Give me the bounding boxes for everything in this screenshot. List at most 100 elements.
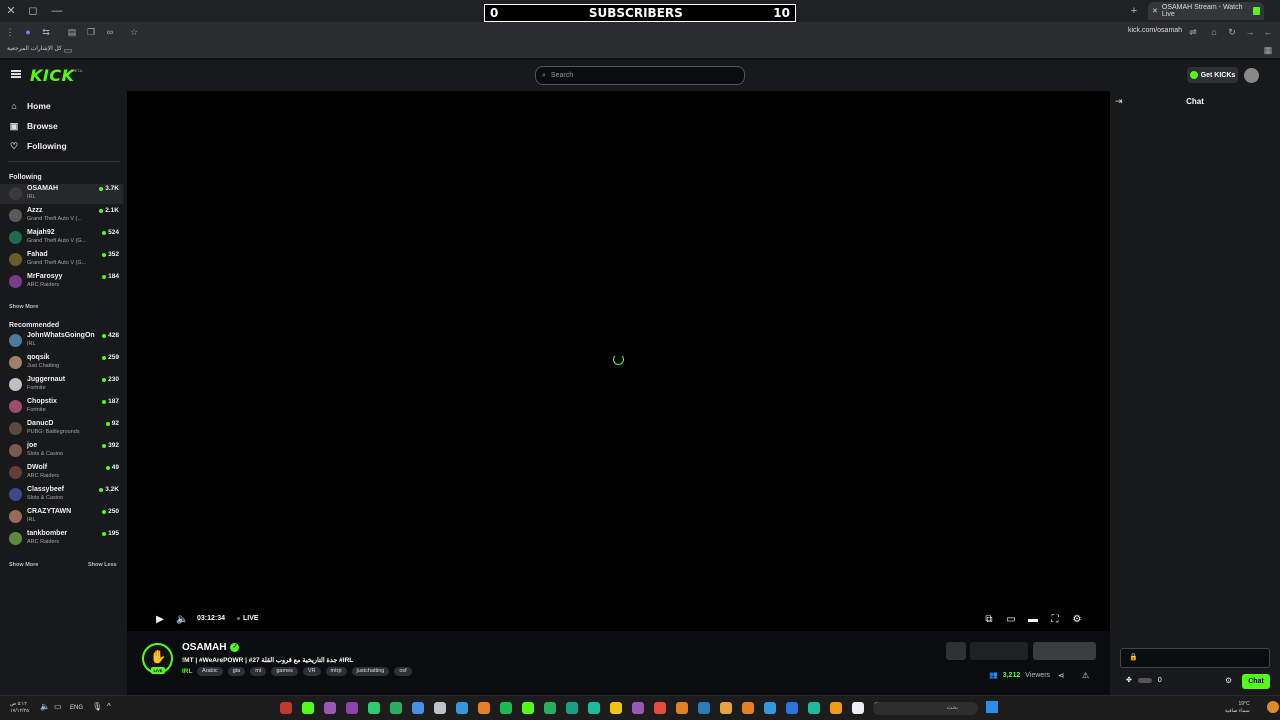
recommended-channel-row[interactable]: Juggernaut Fortnite 230: [0, 375, 123, 395]
get-kicks-button[interactable]: Get KICKs: [1187, 67, 1238, 83]
chat-send-button[interactable]: Chat: [1242, 674, 1270, 689]
browser-tab[interactable]: ✕ OSAMAH Stream - Watch Live: [1148, 2, 1264, 20]
taskbar-app-icon[interactable]: [720, 702, 732, 714]
taskbar-app-icon[interactable]: [632, 702, 644, 714]
taskbar-app-icon[interactable]: [610, 702, 622, 714]
user-avatar[interactable]: [1244, 68, 1259, 83]
live-indicator[interactable]: LIVE: [237, 615, 259, 622]
recommended-channel-row[interactable]: CRAZYTAWN IRL 250: [0, 507, 123, 527]
kicks-toggle[interactable]: [1137, 677, 1152, 683]
recommended-show-less[interactable]: Show Less: [88, 562, 117, 568]
kicks-balance[interactable]: ✤ 0: [1126, 676, 1162, 685]
kick-logo[interactable]: KICK: [30, 66, 75, 85]
tab-close-icon[interactable]: ✕: [1152, 7, 1158, 15]
windows-start-icon[interactable]: [986, 701, 998, 713]
taskbar-app-icon[interactable]: [302, 702, 314, 714]
stream-tag[interactable]: mt: [250, 667, 267, 676]
taskbar-app-icon[interactable]: [324, 702, 336, 714]
nav-following[interactable]: ♡ Following: [9, 139, 67, 153]
taskbar-app-icon[interactable]: [742, 702, 754, 714]
stream-tag[interactable]: games: [271, 667, 298, 676]
fullscreen-icon[interactable]: ⛶: [1049, 614, 1061, 626]
taskbar-app-icon[interactable]: [522, 702, 534, 714]
streamer-name[interactable]: OSAMAH ✓: [182, 642, 240, 653]
recommended-channel-row[interactable]: qoqsik Just Chatting 259: [0, 353, 123, 373]
play-icon[interactable]: ▶: [154, 614, 166, 626]
taskbar-clock[interactable]: ٥:١٢ ص ١٧/١٢/٢٥: [10, 701, 29, 715]
nav-browse[interactable]: ▣ Browse: [9, 119, 58, 133]
reload-icon[interactable]: ↻: [1226, 26, 1238, 38]
taskbar-app-icon[interactable]: [764, 702, 776, 714]
stream-tag[interactable]: justchatting: [351, 667, 390, 676]
taskbar-app-icon[interactable]: [412, 702, 424, 714]
recommended-channel-row[interactable]: DWolf ARC Raiders 49: [0, 463, 123, 483]
chat-input[interactable]: 🔒: [1120, 648, 1270, 668]
tune-icon[interactable]: ⇌: [1187, 26, 1199, 38]
speaker-icon[interactable]: 🔈: [40, 702, 50, 711]
stream-tag[interactable]: gta: [227, 667, 246, 676]
taskbar-app-icon[interactable]: [500, 702, 512, 714]
language-indicator[interactable]: ENG: [70, 705, 83, 711]
taskbar-app-icon[interactable]: [830, 702, 842, 714]
following-channel-row[interactable]: Majah92 Grand Theft Auto V (G... 524: [0, 228, 123, 248]
copy-icon[interactable]: ❐: [85, 26, 97, 38]
report-icon[interactable]: ⚠: [1082, 671, 1089, 680]
taskbar-app-icon[interactable]: [280, 702, 292, 714]
chat-settings-icon[interactable]: ⚙: [1225, 676, 1232, 685]
following-show-more[interactable]: Show More: [9, 304, 38, 310]
taskbar-app-icon[interactable]: [676, 702, 688, 714]
forward-icon[interactable]: →: [1244, 26, 1256, 38]
hamburger-menu-icon[interactable]: [11, 70, 21, 78]
taskbar-app-icon[interactable]: [456, 702, 468, 714]
stream-category[interactable]: IRL: [182, 668, 192, 675]
recommended-channel-row[interactable]: Chopstix Fortnite 187: [0, 397, 123, 417]
menu-dots-icon[interactable]: ⋮: [4, 26, 16, 38]
stream-tag[interactable]: osf: [394, 667, 412, 676]
following-channel-row[interactable]: OSAMAH IRL 3.7K: [0, 184, 123, 204]
search-input[interactable]: ⌕ Search: [535, 66, 745, 85]
url-field[interactable]: kick.com/osamah: [1128, 27, 1182, 34]
weather-widget[interactable]: 19°C سماء صافية: [1225, 701, 1250, 715]
network-icon[interactable]: ▭: [54, 702, 62, 711]
taskbar-app-icon[interactable]: [390, 702, 402, 714]
taskbar-app-icon[interactable]: [368, 702, 380, 714]
close-icon[interactable]: ✕: [4, 4, 18, 18]
recommended-channel-row[interactable]: tankbomber ARC Raiders 195: [0, 529, 123, 549]
new-tab-icon[interactable]: +: [1127, 4, 1141, 18]
stream-tag[interactable]: Arabic: [197, 667, 223, 676]
recommended-channel-row[interactable]: Classybeef Slots & Casino 3.2K: [0, 485, 123, 505]
following-channel-row[interactable]: Fahad Grand Theft Auto V (G... 352: [0, 250, 123, 270]
recommended-show-more[interactable]: Show More: [9, 562, 38, 568]
microphone-icon[interactable]: 🎙: [92, 702, 102, 711]
taskbar-app-icon[interactable]: [808, 702, 820, 714]
recommended-channel-row[interactable]: DanucD PUBG: Battlegrounds 92: [0, 419, 123, 439]
maximize-icon[interactable]: ◻: [26, 4, 40, 18]
tray-expand-icon[interactable]: ^: [107, 702, 111, 711]
share-icon[interactable]: ⋖: [1058, 671, 1065, 680]
recommended-channel-row[interactable]: joe Slots & Casino 392: [0, 441, 123, 461]
taskbar-app-icon[interactable]: [698, 702, 710, 714]
apps-grid-icon[interactable]: ▦: [1262, 44, 1274, 56]
star-icon[interactable]: ☆: [128, 26, 140, 38]
taskbar-app-icon[interactable]: [478, 702, 490, 714]
sidebar-icon[interactable]: ▤: [66, 26, 78, 38]
stream-tag[interactable]: mtrp: [325, 667, 347, 676]
placeholder-button[interactable]: [946, 642, 966, 660]
theater-mode-icon[interactable]: ▬: [1027, 614, 1039, 626]
volume-icon[interactable]: 🔈: [176, 614, 188, 626]
taskbar-app-icon[interactable]: [566, 702, 578, 714]
home-icon[interactable]: ⌂: [1208, 26, 1220, 38]
taskbar-app-icon[interactable]: [786, 702, 798, 714]
placeholder-button[interactable]: [970, 642, 1028, 660]
taskbar-app-icon[interactable]: [434, 702, 446, 714]
nav-home[interactable]: ⌂ Home: [9, 99, 50, 113]
follow-button[interactable]: [1033, 642, 1096, 660]
all-bookmarks-link[interactable]: كل الإشارات المرجعية: [7, 45, 62, 52]
taskbar-app-icon[interactable]: [544, 702, 556, 714]
taskbar-app-icon[interactable]: [588, 702, 600, 714]
extension-icon[interactable]: ⇆: [40, 26, 52, 38]
taskbar-search[interactable]: بحث: [873, 702, 978, 715]
extension-icon[interactable]: ●: [22, 26, 34, 38]
settings-gear-icon[interactable]: ⚙: [1071, 614, 1083, 626]
taskbar-app-icon[interactable]: [852, 702, 864, 714]
